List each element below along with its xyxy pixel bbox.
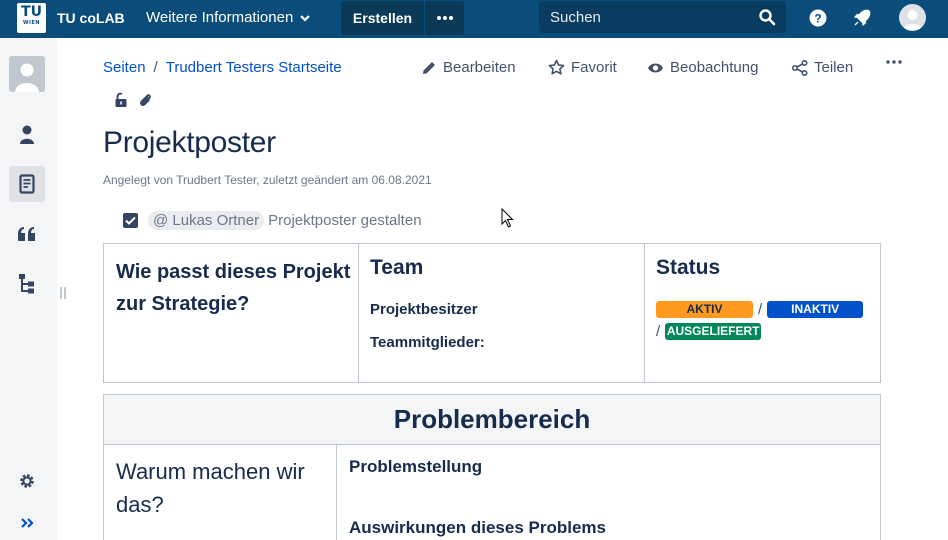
person-icon xyxy=(20,125,34,144)
help-icon[interactable]: ? xyxy=(808,8,828,28)
page-meta-icons xyxy=(114,92,152,108)
sidebar-page-tree[interactable] xyxy=(9,266,45,302)
share-button[interactable]: Teilen xyxy=(792,59,853,76)
page-icon xyxy=(19,174,35,194)
status-lozenge-inactive: INAKTIV xyxy=(767,301,864,318)
edit-button[interactable]: Bearbeiten xyxy=(421,59,516,76)
logo-text: TU xyxy=(21,4,42,20)
page-title: Projektposter xyxy=(103,126,276,159)
app-name[interactable]: TU coLAB xyxy=(57,10,125,26)
quote-icon xyxy=(18,227,35,241)
watch-button[interactable]: Beobachtung xyxy=(647,59,758,76)
chevron-down-icon xyxy=(300,14,311,22)
status-lozenge-active: AKTIV xyxy=(656,301,753,318)
team-cell: Team Projektbesitzer Teammitglieder: xyxy=(359,244,645,382)
sidebar-pages[interactable] xyxy=(9,166,45,202)
hierarchy-icon xyxy=(19,274,34,294)
breadcrumb-item-pages[interactable]: Seiten xyxy=(103,59,146,76)
watch-label: Beobachtung xyxy=(670,59,759,76)
gear-icon xyxy=(20,474,34,488)
more-actions-button[interactable] xyxy=(886,60,902,64)
sidebar-expand[interactable] xyxy=(9,505,45,540)
favorite-label: Favorit xyxy=(571,59,617,76)
strategy-heading: Wie passt dieses Projekt zur Strategie? xyxy=(116,261,351,315)
sidebar-settings[interactable] xyxy=(9,463,45,499)
status-cell: Status AKTIV / INAKTIV / AUSGELIEFERT xyxy=(645,244,881,382)
status-line-1: AKTIV / INAKTIV xyxy=(656,301,864,318)
breadcrumb: Seiten / Trudbert Testers Startseite xyxy=(103,59,342,76)
user-mention[interactable]: @ Lukas Ortner xyxy=(148,211,265,230)
eye-icon xyxy=(648,63,663,72)
space-avatar[interactable] xyxy=(9,56,45,92)
more-horizontal-icon xyxy=(886,60,902,64)
share-label: Teilen xyxy=(814,59,854,76)
search-input[interactable] xyxy=(539,1,749,33)
status-line-2: / AUSGELIEFERT xyxy=(656,323,762,340)
tu-wien-logo[interactable]: TU WIEN xyxy=(17,3,46,33)
why-cell: Warum machen wir das? xyxy=(104,445,337,540)
team-members-label: Teammitglieder: xyxy=(370,334,485,351)
more-info-menu[interactable]: Weitere Informationen xyxy=(146,9,311,26)
logo-subtext: WIEN xyxy=(23,20,40,26)
problem-heading: Problembereich xyxy=(104,395,880,445)
page-byline: Angelegt von Trudbert Tester, zuletzt ge… xyxy=(103,173,432,187)
attachment-icon[interactable] xyxy=(138,92,152,108)
share-icon xyxy=(792,59,808,76)
top-navigation-bar: TU WIEN TU coLAB Weitere Informationen E… xyxy=(0,0,948,38)
unlock-icon[interactable] xyxy=(114,92,128,108)
status-heading: Status xyxy=(656,256,721,279)
edit-label: Bearbeiten xyxy=(443,59,516,76)
breadcrumb-separator: / xyxy=(153,59,158,76)
mouse-cursor-icon xyxy=(501,208,514,228)
task-text: Projektposter gestalten xyxy=(268,212,422,229)
search-box xyxy=(539,1,786,33)
create-more-button[interactable] xyxy=(425,1,464,35)
status-separator: / xyxy=(656,323,661,340)
problem-statement-heading: Problemstellung xyxy=(349,457,483,476)
svg-text:?: ? xyxy=(814,12,821,26)
why-text: Warum machen wir das? xyxy=(116,459,305,517)
overview-table: Wie passt dieses Projekt zur Strategie? … xyxy=(103,243,881,383)
strategy-cell: Wie passt dieses Projekt zur Strategie? xyxy=(104,244,359,382)
checkmark-icon xyxy=(125,216,136,225)
double-chevron-right-icon xyxy=(21,518,34,528)
sidebar-people[interactable] xyxy=(9,117,45,153)
more-info-label: Weitere Informationen xyxy=(146,9,294,26)
search-icon[interactable] xyxy=(758,8,776,26)
task-checkbox[interactable] xyxy=(123,213,138,228)
task-item: @ Lukas Ortner Projektposter gestalten xyxy=(123,211,422,230)
team-heading: Team xyxy=(370,256,424,279)
favorite-button[interactable]: Favorit xyxy=(548,59,617,76)
pencil-icon xyxy=(423,61,435,74)
project-owner-label: Projektbesitzer xyxy=(370,301,478,318)
star-icon xyxy=(548,59,565,75)
breadcrumb-item-home[interactable]: Trudbert Testers Startseite xyxy=(166,59,342,76)
space-user-icon xyxy=(15,63,39,92)
impact-heading: Auswirkungen dieses Problems xyxy=(349,518,606,537)
user-icon xyxy=(903,10,922,30)
notifications-icon[interactable] xyxy=(852,8,872,28)
problem-table: Problembereich Warum machen wir das? Pro… xyxy=(103,394,881,540)
more-horizontal-icon xyxy=(436,16,453,20)
create-button[interactable]: Erstellen xyxy=(341,1,424,35)
status-lozenge-delivered: AUSGELIEFERT xyxy=(665,323,762,340)
user-avatar[interactable] xyxy=(899,4,926,31)
left-sidebar xyxy=(0,38,57,540)
sidebar-blog[interactable] xyxy=(9,216,45,252)
sidebar-resize-handle[interactable] xyxy=(60,287,66,299)
status-separator: / xyxy=(758,301,763,318)
